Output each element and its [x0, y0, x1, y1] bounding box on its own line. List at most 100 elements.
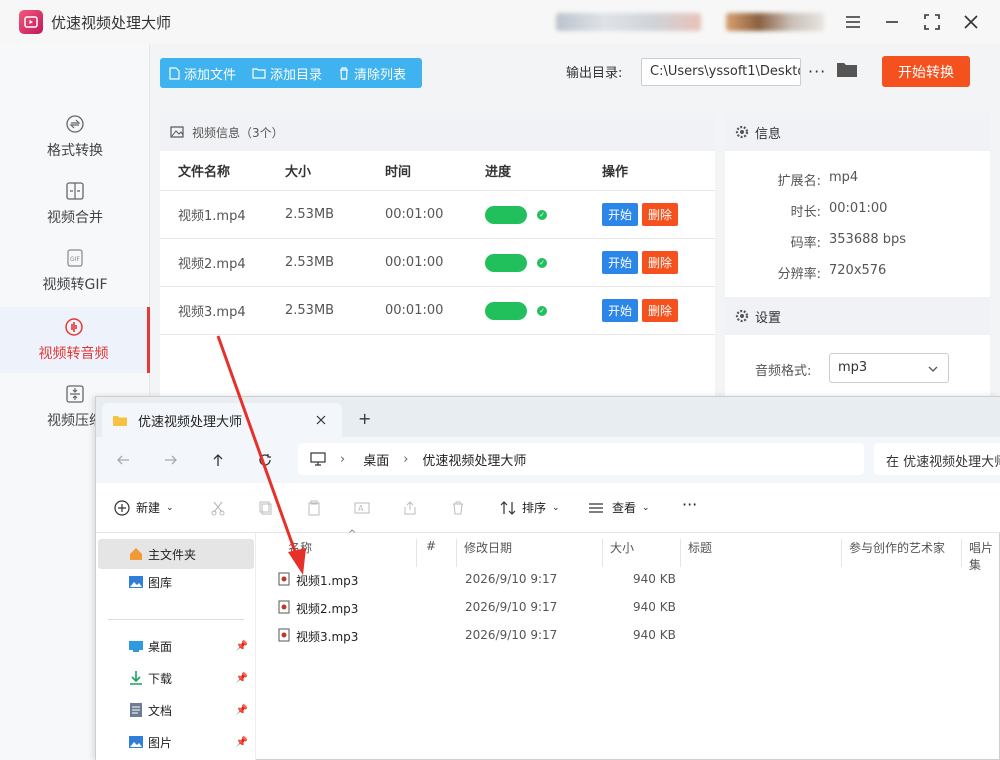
audio-file-icon — [278, 572, 290, 586]
svg-text:GIF: GIF — [70, 256, 80, 263]
new-label: 新建 — [136, 501, 161, 515]
delete-button[interactable]: 删除 — [642, 203, 679, 226]
search-box[interactable]: 在 优速视频处理大师 — [874, 443, 1000, 475]
chevron-right-icon: › — [340, 451, 346, 467]
col-title[interactable]: 标题 — [688, 539, 712, 556]
delete-button[interactable]: 删除 — [642, 251, 679, 274]
close-icon[interactable] — [958, 10, 984, 34]
image-icon — [170, 126, 184, 138]
file-row[interactable]: 视频3.mp3 2026/9/10 9:17 940 KB — [256, 621, 1000, 649]
audio-format-select[interactable]: mp3 — [829, 353, 949, 383]
clear-list-button[interactable]: 清除列表 — [330, 58, 414, 88]
new-button[interactable]: 新建 ⌄ — [114, 499, 174, 516]
audio-file-icon — [278, 600, 290, 614]
start-convert-button[interactable]: 开始转换 — [882, 56, 970, 87]
gear-icon — [735, 125, 749, 139]
col-name[interactable]: 名称 — [288, 539, 312, 556]
more-options-button[interactable]: ··· — [682, 495, 697, 514]
merge-icon — [65, 181, 85, 201]
maximize-icon[interactable] — [919, 10, 945, 34]
pin-icon: 📌 — [235, 704, 248, 716]
explorer-nav-bar: › 桌面 › 优速视频处理大师 在 优速视频处理大师 — [96, 437, 1000, 483]
gear-icon — [735, 309, 749, 323]
file-row[interactable]: 视频2.mp3 2026/9/10 9:17 940 KB — [256, 593, 1000, 621]
add-directory-label: 添加目录 — [270, 67, 323, 83]
info-panel: 信息 扩展名: mp4 时长: 00:01:00 码率: 353688 bps … — [725, 113, 990, 403]
add-directory-button[interactable]: 添加目录 — [244, 58, 330, 88]
minimize-icon[interactable] — [879, 10, 905, 34]
sidebar-item-video-to-gif[interactable]: GIF 视频转GIF — [0, 238, 150, 304]
sort-button[interactable]: 排序 ⌄ — [500, 499, 560, 516]
file-duration: 00:01:00 — [385, 207, 444, 222]
back-arrow-icon — [117, 455, 129, 465]
nav-item-documents[interactable]: 文档 📌 — [98, 695, 254, 725]
view-button[interactable]: 查看 ⌄ — [588, 499, 650, 516]
breadcrumb-desktop[interactable]: 桌面 — [363, 450, 389, 469]
explorer-tab[interactable]: 优速视频处理大师 — [102, 403, 342, 437]
nav-item-gallery[interactable]: 图库 — [98, 567, 254, 597]
delete-button[interactable]: 删除 — [642, 299, 679, 322]
info-key: 分辨率: — [777, 267, 821, 282]
col-size[interactable]: 大小 — [610, 539, 634, 556]
sidebar-item-video-merge[interactable]: 视频合并 — [0, 171, 150, 237]
output-path-field[interactable]: C:\Users\yssoft1\Desktop — [641, 58, 801, 86]
new-tab-button[interactable]: + — [358, 409, 371, 428]
nav-label: 主文件夹 — [148, 547, 197, 562]
nav-label: 文档 — [148, 703, 173, 718]
start-button[interactable]: 开始 — [602, 203, 639, 226]
paste-icon — [308, 500, 320, 516]
chevron-down-icon — [928, 366, 938, 372]
file-modified: 2026/9/10 9:17 — [465, 572, 558, 586]
file-name: 视频1.mp4 — [178, 209, 246, 224]
table-row[interactable]: 视频2.mp4 2.53MB 00:01:00 ✓ 开始 删除 — [160, 239, 715, 287]
gif-icon: GIF — [65, 248, 85, 268]
download-icon — [130, 671, 142, 685]
view-label: 查看 — [612, 501, 637, 515]
settings-header: 设置 — [725, 297, 990, 335]
explorer-tab-title: 优速视频处理大师 — [138, 414, 243, 430]
copy-icon — [259, 501, 272, 515]
file-size: 940 KB — [633, 572, 676, 586]
address-bar[interactable]: › 桌面 › 优速视频处理大师 — [298, 443, 864, 475]
file-size: 940 KB — [633, 628, 676, 642]
start-button[interactable]: 开始 — [602, 299, 639, 322]
info-header: 信息 — [725, 113, 990, 151]
file-name: 视频1.mp3 — [296, 574, 359, 588]
monitor-icon — [310, 452, 326, 466]
progress-bar — [485, 253, 527, 272]
file-size: 2.53MB — [285, 303, 335, 318]
trash-icon — [340, 66, 349, 80]
document-icon — [130, 703, 142, 717]
nav-item-downloads[interactable]: 下载 📌 — [98, 663, 254, 693]
audio-format-label: 音频格式: — [755, 364, 812, 379]
pin-icon: 📌 — [235, 640, 248, 652]
breadcrumb-folder[interactable]: 优速视频处理大师 — [422, 450, 526, 469]
col-progress: 进度 — [485, 165, 512, 180]
file-row[interactable]: 视频1.mp3 2026/9/10 9:17 940 KB — [256, 565, 1000, 593]
progress-indicator: ✓ — [485, 301, 547, 320]
browse-more-button[interactable]: ··· — [808, 62, 826, 81]
chevron-down-icon: ⌄ — [642, 502, 650, 513]
nav-item-home[interactable]: 主文件夹 — [98, 539, 254, 569]
col-modified[interactable]: 修改日期 — [464, 539, 512, 556]
nav-divider — [108, 619, 244, 620]
start-button[interactable]: 开始 — [602, 251, 639, 274]
progress-bar — [485, 301, 527, 320]
col-number[interactable]: # — [426, 539, 436, 553]
col-artist[interactable]: 参与创作的艺术家 — [849, 539, 945, 556]
folder-icon — [113, 415, 127, 426]
progress-bar — [485, 205, 527, 224]
explorer-nav-pane: 主文件夹 图库 桌面 📌 下载 📌 文档 📌 图片 📌 — [96, 533, 256, 760]
explorer-tab-bar: 优速视频处理大师 + — [96, 397, 1000, 437]
table-row[interactable]: 视频3.mp4 2.53MB 00:01:00 ✓ 开始 删除 — [160, 287, 715, 335]
nav-item-pictures[interactable]: 图片 📌 — [98, 727, 254, 757]
sidebar-item-video-to-audio[interactable]: 视频转音频 — [0, 307, 150, 373]
info-key: 时长: — [790, 205, 821, 220]
open-folder-icon[interactable] — [836, 60, 858, 82]
sidebar-item-format-convert[interactable]: 格式转换 — [0, 104, 150, 170]
table-row[interactable]: 视频1.mp4 2.53MB 00:01:00 ✓ 开始 删除 — [160, 191, 715, 239]
audio-file-icon — [278, 628, 290, 642]
menu-icon[interactable] — [840, 10, 866, 34]
add-file-button[interactable]: 添加文件 — [160, 58, 244, 88]
nav-item-desktop[interactable]: 桌面 📌 — [98, 631, 254, 661]
